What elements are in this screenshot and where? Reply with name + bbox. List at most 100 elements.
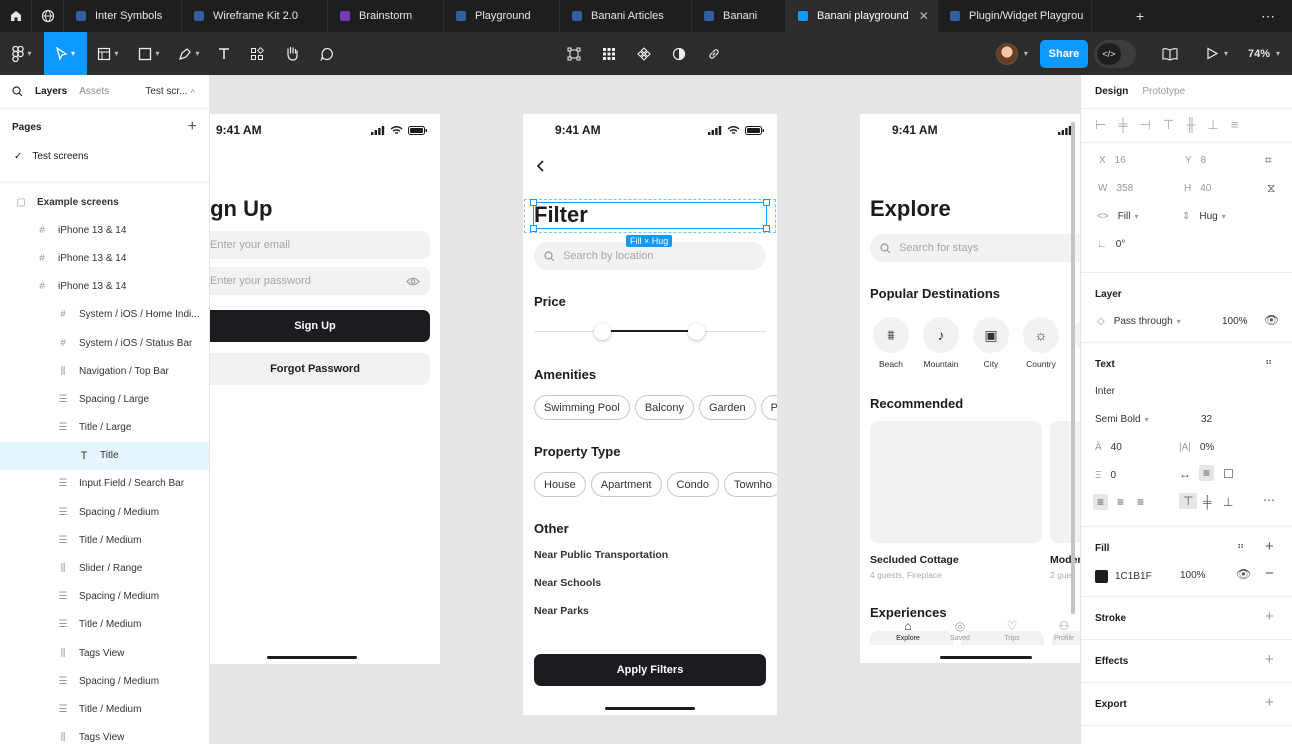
other-item-parks[interactable]: Near Parks <box>534 605 589 617</box>
recommendation-card[interactable] <box>870 421 1042 543</box>
resize-handle[interactable] <box>763 225 770 232</box>
nav-tab[interactable]: ◎ Saved <box>942 619 978 642</box>
tab-layers[interactable]: Layers <box>35 86 67 97</box>
auto-height-icon[interactable]: ≡ <box>1199 465 1215 481</box>
tag-chip[interactable]: Balcony <box>634 395 694 420</box>
tag-chip[interactable]: Condo <box>666 472 719 497</box>
tab-assets[interactable]: Assets <box>79 86 109 97</box>
tab-wireframe-kit-2-0[interactable]: Wireframe Kit 2.0 <box>182 0 328 32</box>
shape-tool-button[interactable]: ▾ <box>129 32 169 75</box>
tab-inter-symbols[interactable]: Inter Symbols <box>64 0 182 32</box>
more-icon[interactable]: ⋯ <box>1263 493 1275 507</box>
close-icon[interactable]: ✕ <box>919 9 929 23</box>
page-item-test-screens[interactable]: ✓ Test screens <box>0 145 209 167</box>
destination-item[interactable]: ⩩ Beach <box>872 317 910 369</box>
absolute-position-icon[interactable]: ⌗ <box>1265 153 1272 168</box>
eye-icon[interactable] <box>406 277 420 286</box>
remove-fill-icon[interactable]: − <box>1265 565 1274 582</box>
tag-chip[interactable]: Apartment <box>590 472 662 497</box>
pen-tool-button[interactable]: ▾ <box>169 32 209 75</box>
line-height-input[interactable]: 40 <box>1111 442 1122 453</box>
hand-tool-button[interactable] <box>275 32 309 75</box>
share-button[interactable]: Share <box>1039 39 1088 68</box>
zoom-level[interactable]: 74% <box>1248 48 1270 60</box>
resize-handle[interactable] <box>530 199 537 206</box>
resources-button[interactable] <box>239 32 275 75</box>
layer-row[interactable]: ☰ Spacing / Large <box>0 385 209 413</box>
height-sizing-select[interactable]: Hug <box>1199 211 1217 222</box>
constrain-proportions-icon[interactable]: ⧖ <box>1267 181 1275 196</box>
layer-row[interactable]: ☰ Spacing / Medium <box>0 498 209 526</box>
layer-row[interactable]: ⫼ Tags View <box>0 639 209 667</box>
w-input[interactable]: 358 <box>1116 183 1133 194</box>
nav-tab[interactable]: ⚇ Profile <box>1046 619 1080 642</box>
text-align-center-icon[interactable]: ≡ <box>1117 495 1124 509</box>
filter-frame[interactable]: 9:41 AM Filter Search by location Fill ×… <box>523 114 777 715</box>
font-size-input[interactable]: 32 <box>1201 414 1212 425</box>
blend-mode-select[interactable]: Pass through <box>1114 316 1173 327</box>
forgot-password-button[interactable]: Forgot Password <box>210 353 430 385</box>
align-top-icon[interactable]: ⊤ <box>1179 493 1198 509</box>
fill-styles-icon[interactable]: ⠶ <box>1237 541 1244 552</box>
nav-tab[interactable]: ♡ Trips <box>994 619 1030 642</box>
layer-row[interactable]: ☰ Spacing / Medium <box>0 667 209 695</box>
h-input[interactable]: 40 <box>1200 183 1211 194</box>
tab-plugin-widget-playgrou[interactable]: Plugin/Widget Playgrou <box>938 0 1092 32</box>
destination-item[interactable]: ♪ Mountain <box>922 317 960 369</box>
rotation-input[interactable]: 0° <box>1116 239 1126 250</box>
tab-prototype[interactable]: Prototype <box>1142 86 1185 97</box>
move-tool-button[interactable]: ▾ <box>44 32 87 75</box>
resize-handle[interactable] <box>530 225 537 232</box>
font-weight-select[interactable]: Semi Bold <box>1095 414 1141 425</box>
tab-brainstorm[interactable]: Brainstorm <box>328 0 444 32</box>
tab-banani-playground[interactable]: Banani playground ✕ <box>786 0 938 32</box>
tab-banani[interactable]: Banani <box>692 0 786 32</box>
add-fill-icon[interactable]: + <box>1265 538 1274 555</box>
layer-row[interactable]: ⫼ Slider / Range <box>0 554 209 582</box>
width-sizing-select[interactable]: Fill <box>1118 211 1131 222</box>
destination-item[interactable]: ☼ Country <box>1022 317 1060 369</box>
play-icon[interactable] <box>1206 47 1218 60</box>
tag-chip[interactable]: Townho <box>723 472 777 497</box>
link-button[interactable] <box>696 32 731 75</box>
paragraph-spacing-input[interactable]: 0 <box>1111 470 1117 481</box>
fixed-size-icon[interactable]: ☐ <box>1223 467 1234 481</box>
layer-row[interactable]: T Title <box>0 441 209 470</box>
signup-frame[interactable]: 9:41 AM ign Up Enter your email Enter yo… <box>210 114 440 664</box>
resize-handle[interactable] <box>763 199 770 206</box>
text-align-left-icon[interactable]: ≡ <box>1093 494 1109 510</box>
user-avatar[interactable] <box>995 42 1018 65</box>
frame-selection-button[interactable] <box>556 32 591 75</box>
slider-handle-min[interactable] <box>594 323 611 340</box>
layer-row[interactable]: ⫼ Tags View <box>0 724 209 744</box>
add-export-icon[interactable]: + <box>1265 694 1274 711</box>
contrast-button[interactable] <box>661 32 696 75</box>
fill-hex-input[interactable]: 1C1B1F <box>1115 571 1152 582</box>
align-bottom-icon[interactable]: ⊥ <box>1207 117 1218 133</box>
dev-mode-toggle[interactable]: </> <box>1093 39 1136 68</box>
page-selector[interactable]: Test scr... ˄ <box>145 86 195 97</box>
layer-row[interactable]: ☰ Spacing / Medium <box>0 583 209 611</box>
tab-playground[interactable]: Playground <box>444 0 560 32</box>
distribute-icon[interactable]: ≡ <box>1231 117 1239 133</box>
layer-row[interactable]: ☰ Title / Medium <box>0 611 209 639</box>
align-right-icon[interactable]: ⊣ <box>1140 117 1151 133</box>
layer-row[interactable]: # System / iOS / Home Indi... <box>0 301 209 329</box>
back-arrow-icon[interactable] <box>536 159 546 173</box>
align-middle-icon[interactable]: ╪ <box>1203 495 1212 509</box>
component-button[interactable] <box>626 32 661 75</box>
tag-chip[interactable]: House <box>534 472 586 497</box>
slider-handle-max[interactable] <box>688 323 705 340</box>
tab-banani-articles[interactable]: Banani Articles <box>560 0 692 32</box>
stays-search[interactable]: Search for stays <box>870 234 1080 262</box>
layer-row[interactable]: ☰ Title / Medium <box>0 526 209 554</box>
layer-row[interactable]: ☰ Input Field / Search Bar <box>0 470 209 498</box>
font-family-select[interactable]: Inter <box>1095 386 1115 397</box>
text-styles-icon[interactable]: ⠶ <box>1265 357 1272 368</box>
add-page-button[interactable]: + <box>188 118 197 136</box>
fill-opacity-input[interactable]: 100% <box>1180 570 1206 581</box>
layer-row[interactable]: ▢ Example screens <box>0 188 209 216</box>
align-h-center-icon[interactable]: ╪ <box>1118 117 1127 133</box>
align-top-icon[interactable]: ⊤ <box>1163 117 1174 133</box>
layer-opacity-input[interactable]: 100% <box>1222 316 1248 327</box>
